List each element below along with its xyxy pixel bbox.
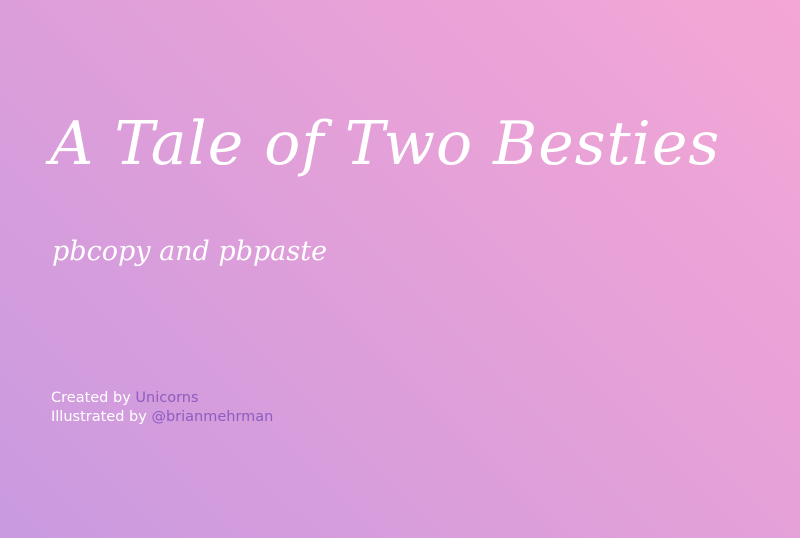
- title-slide: A Tale of Two Besties pbcopy and pbpaste…: [0, 0, 800, 538]
- slide-subtitle: pbcopy and pbpaste: [52, 236, 328, 267]
- illustrated-by-link[interactable]: @brianmehrman: [151, 409, 273, 425]
- created-by-line: Created by Unicorns: [51, 389, 273, 408]
- illustrated-by-label: Illustrated by: [51, 409, 152, 425]
- illustrated-by-line: Illustrated by @brianmehrman: [51, 408, 273, 427]
- credits-block: Created by Unicorns Illustrated by @bria…: [51, 389, 273, 427]
- slide-title: A Tale of Two Besties: [50, 109, 721, 179]
- created-by-label: Created by: [51, 390, 136, 406]
- created-by-link[interactable]: Unicorns: [135, 390, 198, 406]
